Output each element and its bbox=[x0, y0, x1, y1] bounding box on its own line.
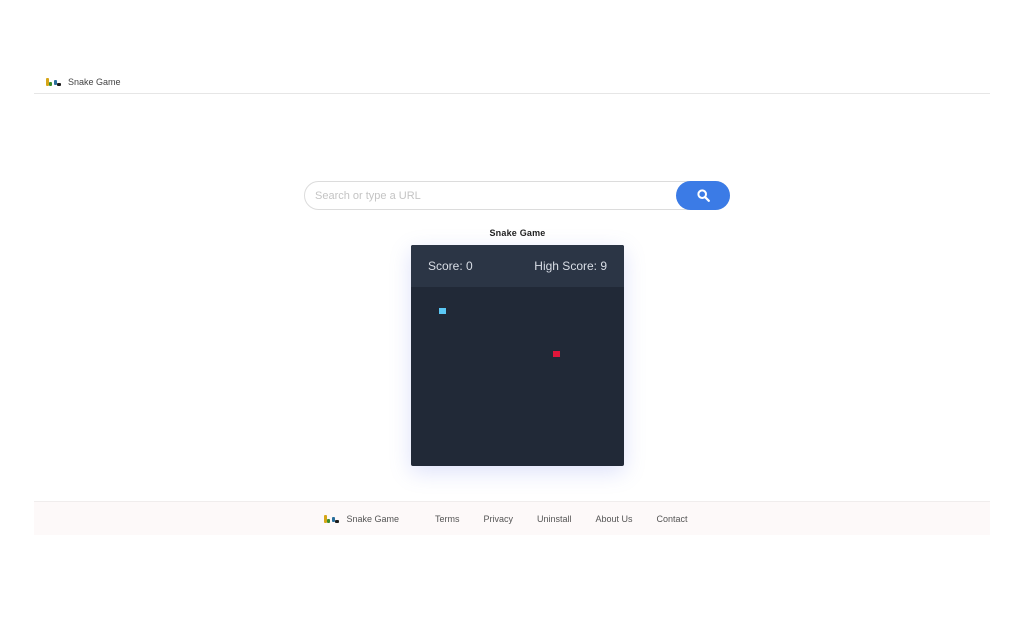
footer-link-uninstall[interactable]: Uninstall bbox=[537, 514, 572, 524]
search-input[interactable] bbox=[305, 182, 665, 209]
header-brand-label: Snake Game bbox=[68, 76, 121, 87]
footer-brand[interactable]: Snake Game bbox=[324, 513, 399, 525]
score-label: Score: 0 bbox=[428, 259, 473, 273]
header-brand[interactable]: Snake Game bbox=[34, 76, 121, 88]
snake-logo-icon bbox=[324, 513, 340, 525]
footer-link-contact[interactable]: Contact bbox=[657, 514, 688, 524]
game-panel: Score: 0 High Score: 9 bbox=[411, 245, 624, 466]
top-bar: Snake Game bbox=[34, 70, 990, 94]
footer: Snake Game Terms Privacy Uninstall About… bbox=[34, 501, 990, 535]
high-score-label: High Score: 9 bbox=[534, 259, 607, 273]
footer-link-about-us[interactable]: About Us bbox=[596, 514, 633, 524]
snake-logo-icon bbox=[46, 76, 62, 88]
search-icon bbox=[696, 189, 710, 202]
food-item bbox=[553, 351, 560, 357]
footer-link-terms[interactable]: Terms bbox=[435, 514, 460, 524]
footer-link-privacy[interactable]: Privacy bbox=[483, 514, 513, 524]
snake-head bbox=[439, 308, 446, 314]
search-bar bbox=[304, 181, 730, 210]
footer-brand-label: Snake Game bbox=[346, 513, 399, 524]
game-header: Score: 0 High Score: 9 bbox=[411, 245, 624, 287]
game-title: Snake Game bbox=[489, 228, 546, 238]
game-board[interactable] bbox=[411, 287, 624, 466]
search-button[interactable] bbox=[676, 181, 730, 210]
